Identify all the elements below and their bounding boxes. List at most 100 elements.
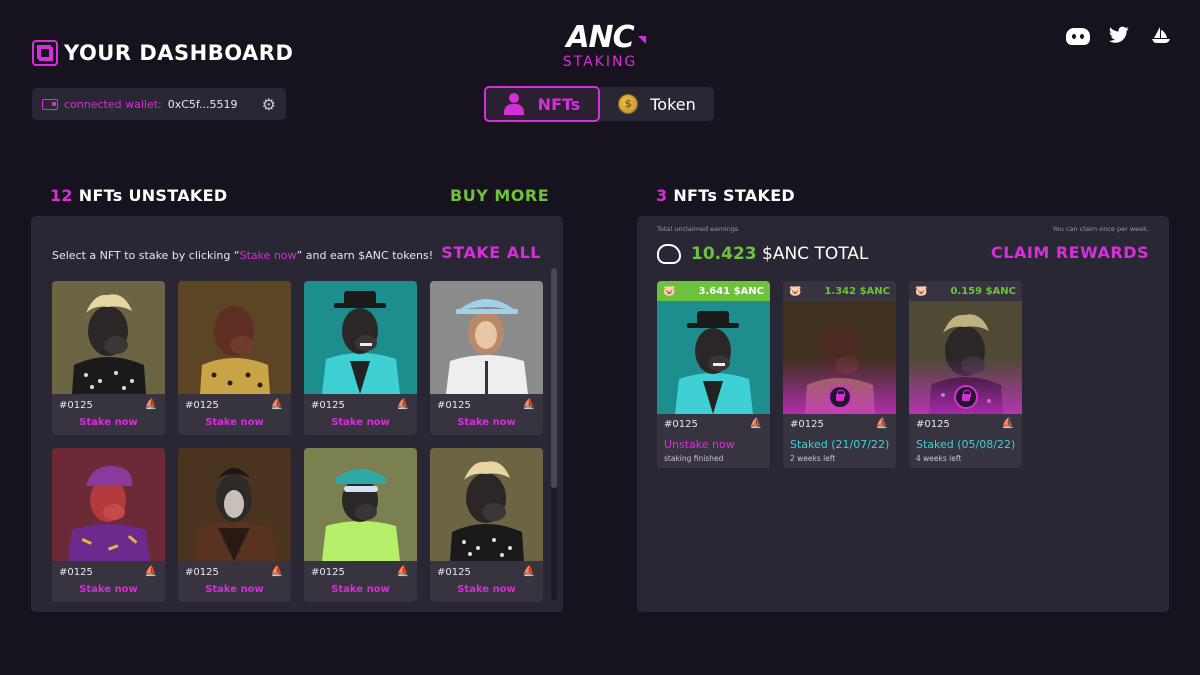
opensea-icon[interactable]: ⛵	[397, 566, 409, 577]
nft-image	[178, 448, 291, 561]
tab-token[interactable]: $ Token	[600, 87, 714, 121]
staked-nft-card: 🐷 3.641 $ANC #0125 ⛵ Unstake now staking…	[657, 281, 770, 468]
nft-card: #0125 ⛵ Stake now	[52, 281, 165, 435]
stake-now-button[interactable]: Stake now	[178, 417, 291, 428]
scrollbar[interactable]	[551, 268, 557, 600]
unstaked-heading: 12 NFTs UNSTAKED	[50, 186, 227, 205]
wallet-label: connected wallet:	[64, 97, 162, 111]
nft-card: #0125 ⛵ Stake now	[178, 281, 291, 435]
opensea-icon	[1152, 27, 1170, 43]
nft-image	[52, 448, 165, 561]
piggy-bank-icon: 🐷	[663, 285, 676, 297]
staked-count: 3	[656, 186, 668, 205]
staking-sub: 2 weeks left	[790, 454, 836, 463]
logo-main: ANC	[566, 20, 647, 55]
nft-id: #0125	[790, 419, 824, 430]
opensea-icon[interactable]: ⛵	[145, 399, 157, 410]
stake-now-button[interactable]: Stake now	[430, 584, 543, 595]
nft-id: #0125	[311, 567, 345, 578]
stake-now-button[interactable]: Stake now	[304, 584, 417, 595]
opensea-link[interactable]	[1150, 26, 1172, 49]
lock-icon	[954, 385, 978, 409]
opensea-icon[interactable]: ⛵	[145, 566, 157, 577]
earned-amount: 3.641 $ANC	[698, 285, 764, 297]
wallet-box: connected wallet: 0xC5f...5519 ⚙	[32, 88, 286, 120]
earnings-total: 10.423 $ANC TOTAL	[691, 244, 868, 264]
staking-sub: staking finished	[664, 454, 724, 463]
opensea-icon[interactable]: ⛵	[271, 566, 283, 577]
nft-card: #0125 ⛵ Stake now	[304, 281, 417, 435]
opensea-icon[interactable]: ⛵	[523, 566, 535, 577]
tab-nfts[interactable]: NFTs	[484, 86, 600, 122]
nft-id: #0125	[437, 400, 471, 411]
unstaked-panel: Select a NFT to stake by clicking “Stake…	[31, 216, 563, 612]
discord-link[interactable]	[1066, 26, 1090, 49]
nft-id: #0125	[59, 400, 93, 411]
opensea-icon[interactable]: ⛵	[397, 399, 409, 410]
stake-now-button[interactable]: Stake now	[52, 584, 165, 595]
stake-now-button[interactable]: Stake now	[430, 417, 543, 428]
nft-image	[430, 448, 543, 561]
buy-more-button[interactable]: BUY MORE	[450, 186, 549, 205]
nft-card: #0125 ⛵ Stake now	[430, 448, 543, 602]
staked-status: Staked (21/07/22)	[790, 438, 890, 451]
lock-icon	[828, 385, 852, 409]
stake-now-button[interactable]: Stake now	[52, 417, 165, 428]
staked-panel: Total unclaimed earnings You can claim o…	[637, 216, 1169, 612]
unstake-now-button[interactable]: Unstake now	[664, 438, 735, 451]
earned-amount: 0.159 $ANC	[950, 285, 1016, 297]
opensea-icon[interactable]: ⛵	[750, 418, 762, 429]
nft-id: #0125	[664, 419, 698, 430]
tab-nfts-label: NFTs	[537, 94, 581, 114]
logo-sub: STAKING	[562, 54, 638, 70]
staked-nft-card: 🐷 1.342 $ANC #0125 ⛵ Staked (21/07/22) 2…	[783, 281, 896, 468]
logo: ANC STAKING	[548, 22, 652, 70]
nft-image	[657, 301, 770, 414]
earned-bar: 🐷 3.641 $ANC	[657, 281, 770, 301]
opensea-icon[interactable]: ⛵	[523, 399, 535, 410]
unstaked-count: 12	[50, 186, 73, 205]
piggy-bank-icon: 🐷	[789, 285, 802, 297]
opensea-icon[interactable]: ⛵	[876, 418, 888, 429]
instruction-link: Stake now	[239, 249, 297, 262]
staked-nft-card: 🐷 0.159 $ANC #0125 ⛵ Staked (05/08/22) 4…	[909, 281, 1022, 468]
nft-card: #0125 ⛵ Stake now	[304, 448, 417, 602]
nft-card: #0125 ⛵ Stake now	[178, 448, 291, 602]
coin-icon: $	[618, 94, 639, 114]
staked-status: Staked (05/08/22)	[916, 438, 1016, 451]
dashboard-title: YOUR DASHBOARD	[32, 40, 293, 66]
nft-id: #0125	[311, 400, 345, 411]
nft-id: #0125	[916, 419, 950, 430]
discord-icon	[1066, 28, 1090, 45]
nft-card: #0125 ⛵ Stake now	[52, 448, 165, 602]
stake-now-button[interactable]: Stake now	[178, 584, 291, 595]
opensea-icon[interactable]: ⛵	[271, 399, 283, 410]
twitter-icon	[1109, 26, 1129, 43]
piggy-bank-icon: 🐷	[915, 285, 928, 297]
earned-bar: 🐷 0.159 $ANC	[909, 281, 1022, 301]
twitter-link[interactable]	[1108, 26, 1130, 49]
stake-instruction: Select a NFT to stake by clicking “Stake…	[52, 249, 433, 262]
gear-icon[interactable]: ⚙	[262, 95, 276, 114]
tab-token-label: Token	[650, 94, 696, 114]
opensea-icon[interactable]: ⛵	[1002, 418, 1014, 429]
nft-id: #0125	[185, 567, 219, 578]
view-toggle: NFTs $ Token	[484, 86, 714, 122]
nft-image	[178, 281, 291, 394]
wallet-address: 0xC5f...5519	[167, 97, 238, 111]
page-title: YOUR DASHBOARD	[64, 41, 294, 65]
stake-all-button[interactable]: STAKE ALL	[441, 243, 541, 262]
staking-sub: 4 weeks left	[916, 454, 962, 463]
unstaked-heading-label: NFTs UNSTAKED	[78, 186, 228, 205]
instruction-pre: Select a NFT to stake by clicking “	[52, 249, 240, 262]
nft-image	[304, 448, 417, 561]
staked-heading: 3 NFTs STAKED	[656, 186, 795, 205]
staked-heading-label: NFTs STAKED	[673, 186, 796, 205]
claim-rewards-button[interactable]: CLAIM REWARDS	[991, 243, 1149, 262]
scrollbar-thumb[interactable]	[551, 268, 557, 488]
nft-image	[304, 281, 417, 394]
stake-now-button[interactable]: Stake now	[304, 417, 417, 428]
nft-image	[783, 301, 896, 414]
nft-id: #0125	[185, 400, 219, 411]
nft-image	[430, 281, 543, 394]
